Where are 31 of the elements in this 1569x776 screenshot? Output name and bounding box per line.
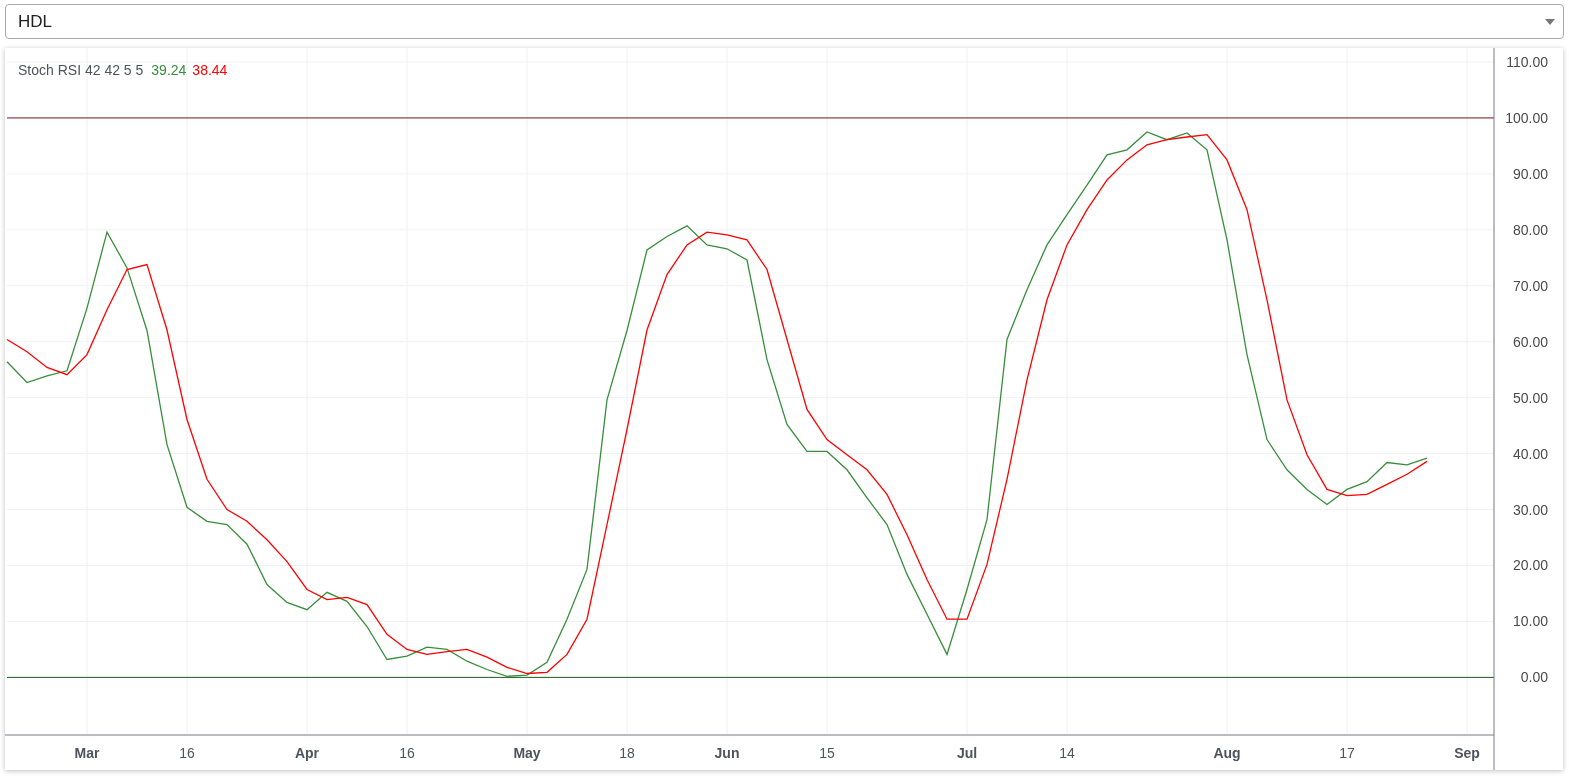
- y-axis-label: 0.00: [1520, 669, 1548, 686]
- y-axis-label: 90.00: [1512, 165, 1548, 182]
- indicator-value: 39.24: [151, 62, 187, 78]
- x-axis-label: May: [513, 745, 541, 761]
- y-axis-label: 70.00: [1512, 277, 1548, 294]
- y-axis-label: 60.00: [1512, 333, 1548, 350]
- x-axis-label: 16: [179, 745, 195, 761]
- y-axis-label: 30.00: [1512, 501, 1548, 518]
- dropdown-caret-icon: [1545, 18, 1555, 25]
- y-axis-label: 110.00: [1506, 54, 1548, 70]
- y-axis-label: 40.00: [1512, 445, 1548, 462]
- indicator-value: 38.44: [192, 62, 228, 78]
- x-axis-label: 15: [819, 745, 835, 761]
- y-axis-label: 10.00: [1512, 613, 1548, 630]
- x-axis-label: Apr: [294, 745, 320, 761]
- x-axis-label: Aug: [1213, 745, 1241, 761]
- x-axis-label: Mar: [74, 745, 100, 761]
- y-axis-label: 20.00: [1512, 557, 1548, 574]
- x-axis-label: 16: [399, 745, 415, 761]
- x-axis-label: 17: [1339, 745, 1355, 761]
- dropdown-value: HDL: [18, 11, 52, 32]
- y-axis-label: 50.00: [1512, 389, 1548, 406]
- indicator-label: Stoch RSI 42 42 5 5: [18, 62, 144, 78]
- x-axis-label: 18: [619, 745, 635, 761]
- x-axis-label: Jun: [714, 745, 740, 761]
- x-axis-label: Jul: [956, 745, 978, 761]
- y-axis-label: 100.00: [1505, 109, 1548, 126]
- x-axis-label: Sep: [1454, 745, 1480, 761]
- symbol-dropdown[interactable]: HDL: [5, 4, 1564, 39]
- y-axis-label: 80.00: [1512, 221, 1548, 238]
- x-axis-label: 14: [1059, 745, 1075, 761]
